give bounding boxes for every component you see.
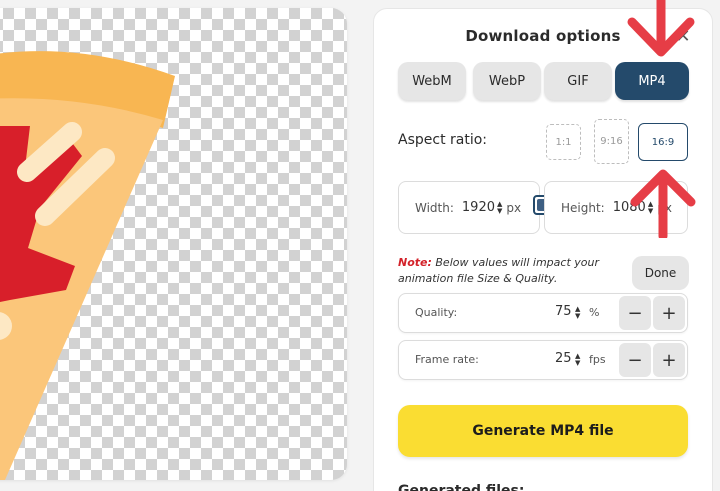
quality-spinner[interactable]: ▲ ▼ xyxy=(575,306,580,320)
quality-label: Quality: xyxy=(415,306,458,319)
generate-file-button[interactable]: Generate MP4 file xyxy=(398,405,688,457)
aspect-ratio-label: Aspect ratio: xyxy=(398,132,488,148)
width-field: Width: 1920 ▲ ▼ px xyxy=(398,181,540,234)
note-prefix: Note: xyxy=(398,256,432,269)
aspect-1-1-button[interactable]: 1:1 xyxy=(546,124,581,160)
width-unit: px xyxy=(506,200,522,215)
pizza-illustration xyxy=(0,51,175,480)
aspect-9-16-button[interactable]: 9:16 xyxy=(594,119,629,164)
width-label: Width: xyxy=(415,200,454,215)
width-input[interactable]: 1920 xyxy=(462,200,495,215)
format-gif-button[interactable]: GIF xyxy=(544,62,612,100)
pointer-arrow-up-icon xyxy=(630,169,696,238)
format-mp4-button[interactable]: MP4 xyxy=(615,62,689,100)
frame-rate-unit: fps xyxy=(589,353,606,366)
app-screen: Download options ✕ WebM WebP GIF MP4 Asp… xyxy=(0,0,720,491)
quality-increase-button[interactable]: + xyxy=(653,296,685,330)
quality-row: Quality: 75 ▲ ▼ % − + xyxy=(398,293,688,333)
quality-decrease-button[interactable]: − xyxy=(619,296,651,330)
quality-stepper: − + xyxy=(619,296,685,330)
frame-rate-label: Frame rate: xyxy=(415,353,479,366)
frame-rate-row: Frame rate: 25 ▲ ▼ fps − + xyxy=(398,340,688,380)
generated-files-heading: Generated files: xyxy=(398,483,525,491)
frame-rate-decrease-button[interactable]: − xyxy=(619,343,651,377)
quality-note: Note: Below values will impact your anim… xyxy=(398,255,618,287)
format-webm-button[interactable]: WebM xyxy=(398,62,466,100)
format-webp-button[interactable]: WebP xyxy=(473,62,541,100)
quality-input[interactable]: 75 xyxy=(555,304,572,319)
aspect-16-9-button[interactable]: 16:9 xyxy=(638,123,688,161)
width-spinner[interactable]: ▲ ▼ xyxy=(497,200,502,215)
height-label: Height: xyxy=(561,200,605,215)
frame-rate-stepper: − + xyxy=(619,343,685,377)
quality-unit: % xyxy=(589,306,600,319)
frame-rate-spinner[interactable]: ▲ ▼ xyxy=(575,353,580,367)
pointer-arrow-down-icon xyxy=(627,0,695,57)
animation-preview xyxy=(0,8,347,480)
done-button[interactable]: Done xyxy=(632,256,689,290)
download-options-panel: Download options ✕ WebM WebP GIF MP4 Asp… xyxy=(373,8,713,491)
frame-rate-increase-button[interactable]: + xyxy=(653,343,685,377)
frame-rate-input[interactable]: 25 xyxy=(555,351,572,366)
